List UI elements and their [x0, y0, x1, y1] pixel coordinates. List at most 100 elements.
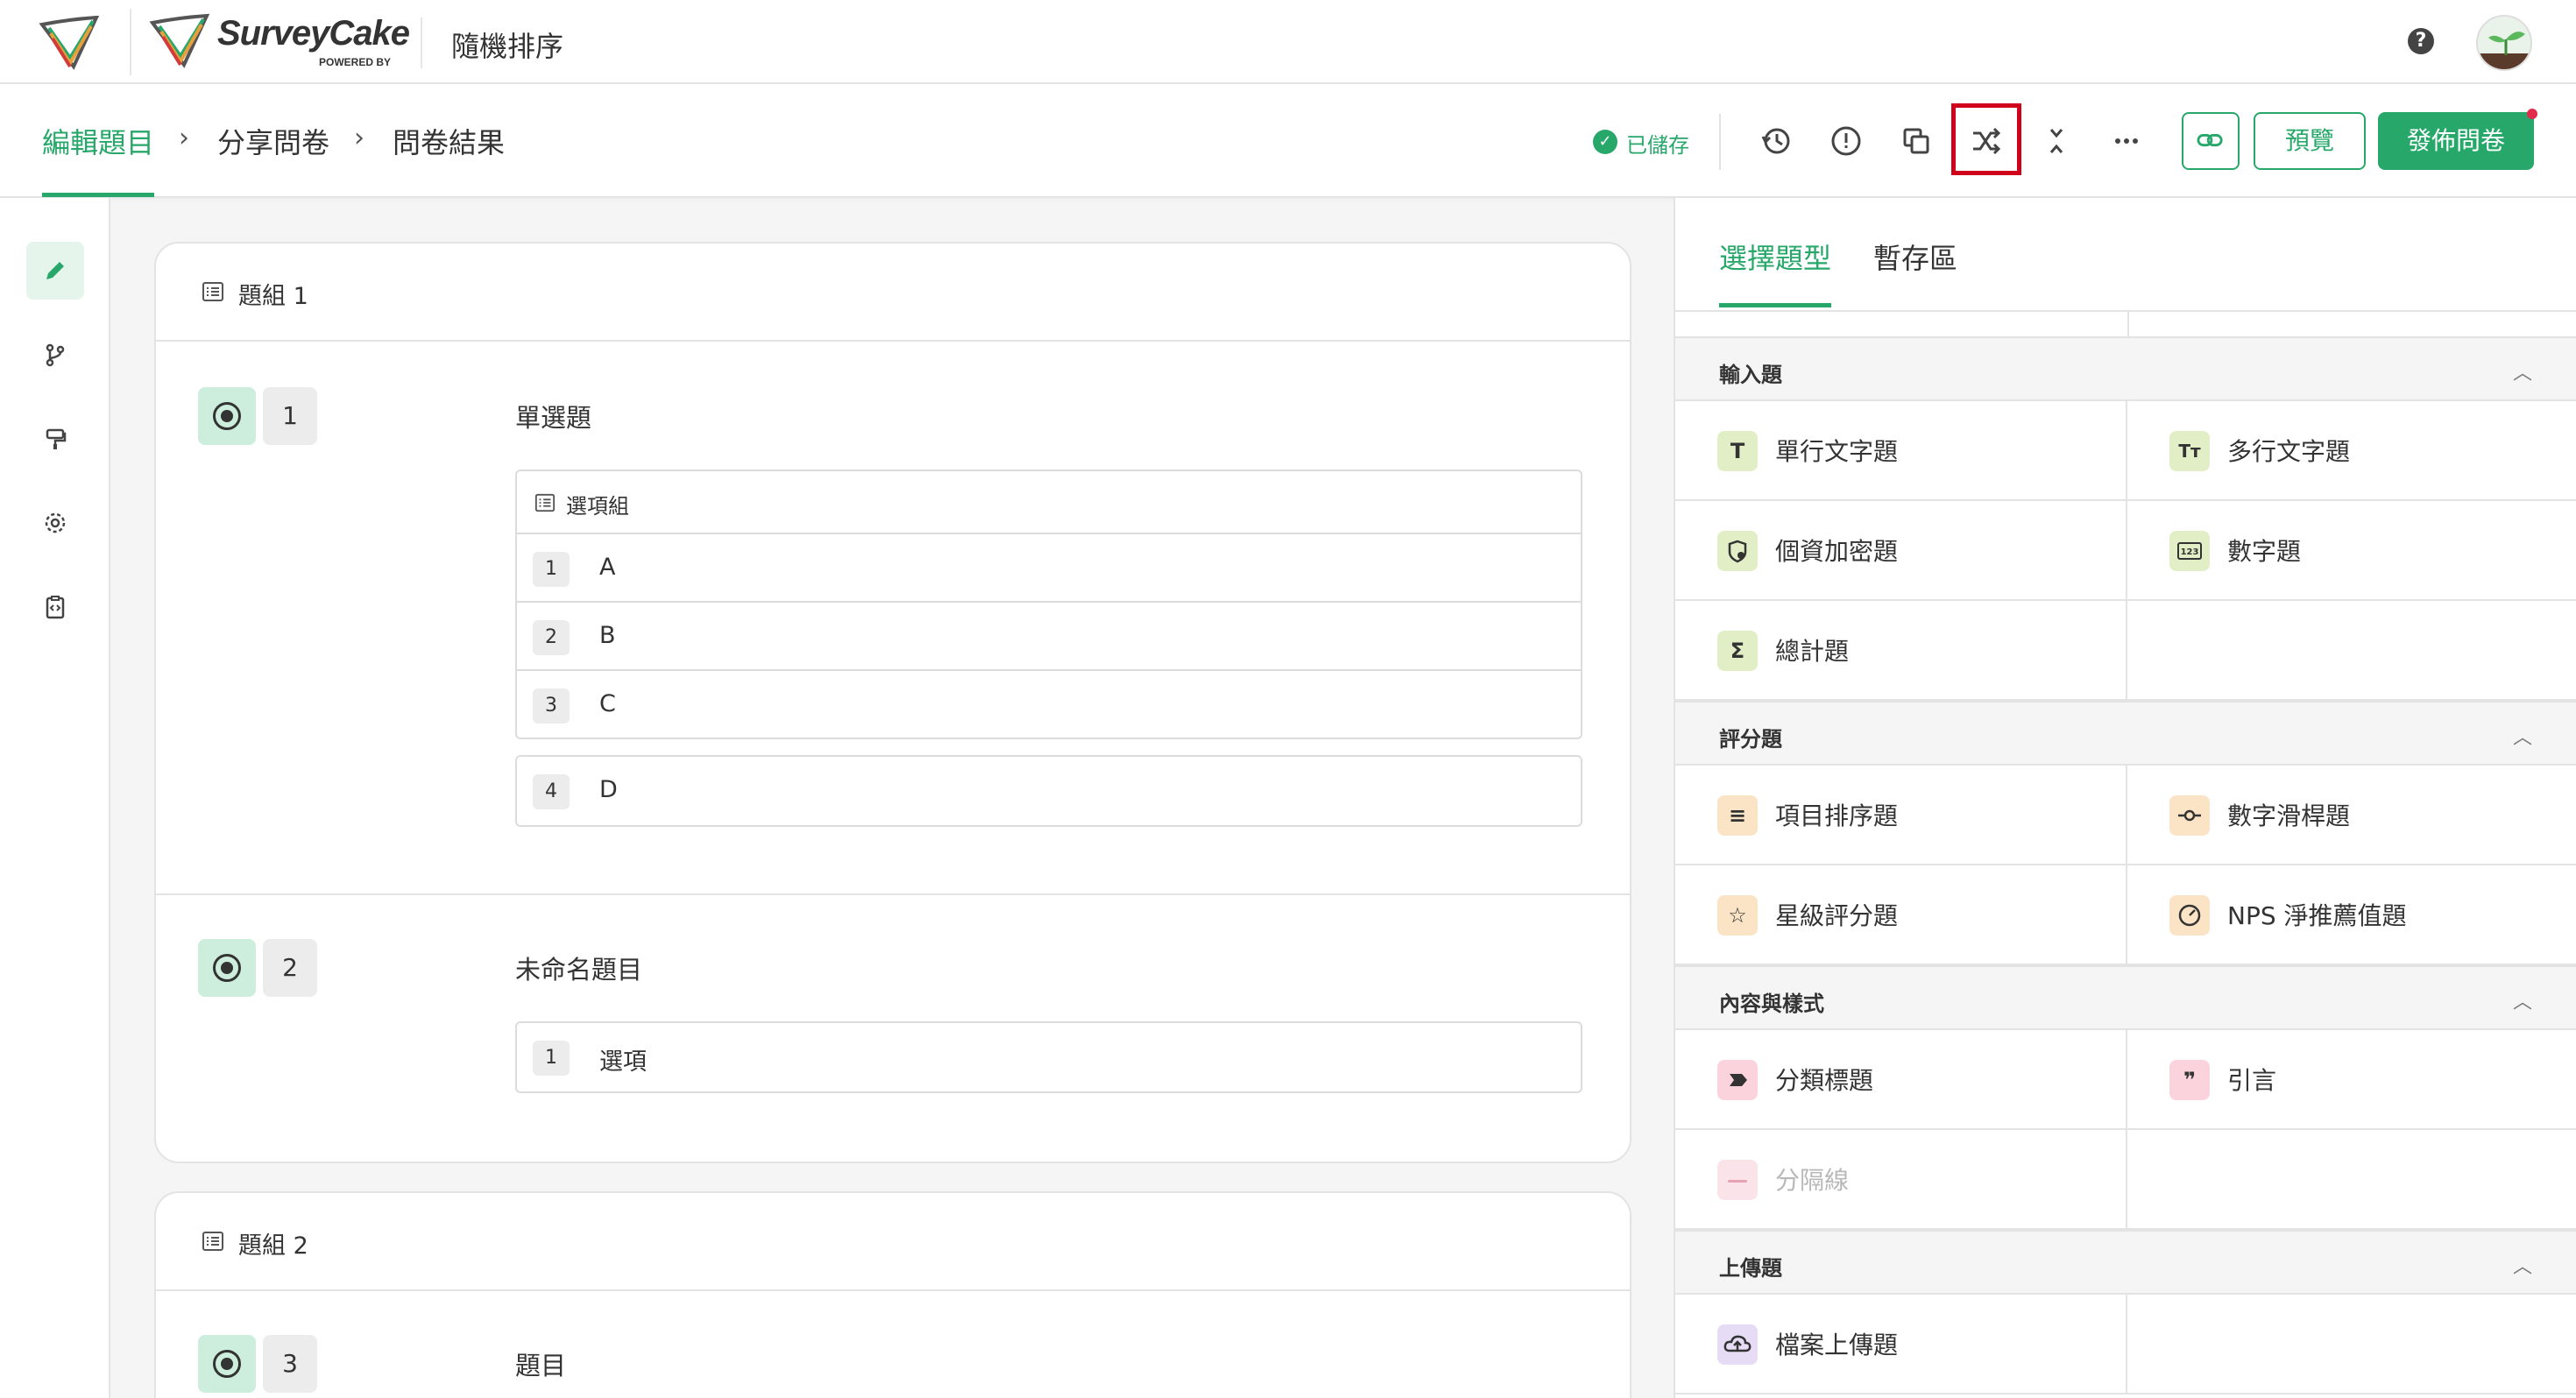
sprout-icon — [2478, 32, 2530, 69]
qtype-nps[interactable]: NPS 淨推薦值題 — [2126, 865, 2576, 965]
question-title[interactable]: 未命名題目 — [515, 950, 642, 986]
qtype-label: 星級評分題 — [1775, 901, 1899, 930]
option-number: 4 — [533, 774, 570, 809]
qtype-label: 分類標題 — [1775, 1066, 1874, 1095]
option-number: 1 — [533, 1041, 570, 1076]
option-row[interactable]: 1 選項 — [517, 1023, 1581, 1091]
surveycake-logo-icon — [149, 13, 210, 68]
app-logo-icon[interactable] — [39, 16, 100, 70]
qtype-single-line-text[interactable]: T 單行文字題 — [1675, 401, 2126, 501]
group-header[interactable]: 題組 2 — [156, 1193, 1630, 1291]
section-title: 評分題 — [1719, 727, 1782, 752]
group-header[interactable]: 題組 1 — [156, 244, 1630, 342]
option-row[interactable]: 1 A — [517, 533, 1581, 601]
chevron-up-icon[interactable]: ︿ — [2513, 722, 2532, 750]
qtype-ranking[interactable]: ≡ 項目排序題 — [1675, 766, 2126, 865]
qtype-sum[interactable]: Σ 總計題 — [1675, 601, 2126, 701]
tab-survey-results[interactable]: 問卷結果 — [393, 121, 505, 161]
settings-button[interactable] — [26, 494, 84, 552]
question-title[interactable]: 題目 — [515, 1345, 566, 1382]
question-number: 2 — [263, 939, 317, 997]
option-label[interactable]: C — [599, 690, 616, 717]
qtype-slider[interactable]: 數字滑桿題 — [2126, 766, 2576, 865]
qtype-file-upload[interactable]: 檔案上傳題 — [1675, 1295, 2126, 1394]
group-title[interactable]: 題組 2 — [238, 1226, 308, 1260]
option-label[interactable]: A — [599, 554, 615, 581]
header-divider — [130, 9, 131, 75]
qtype-category-heading[interactable]: 分類標題 — [1675, 1030, 2126, 1130]
number-123-icon: 123 — [2169, 531, 2210, 571]
copy-icon[interactable] — [1896, 121, 1936, 161]
qtype-label: 引言 — [2227, 1066, 2277, 1095]
qtype-label: 總計題 — [1775, 637, 1850, 666]
option-row[interactable]: 4 D — [517, 757, 1581, 825]
question-title[interactable]: 單選題 — [515, 398, 591, 434]
option-label[interactable]: B — [599, 622, 616, 649]
preview-button[interactable]: 預覽 — [2254, 112, 2366, 170]
svg-text:123: 123 — [2181, 547, 2199, 557]
survey-title[interactable]: 隨機排序 — [451, 25, 563, 65]
question-type-panel: 選擇題型 暫存區 輸入題 ︿ T 單行文字題 Tт 多行文字題 個資加密題 12… — [1674, 198, 2576, 1398]
empty-cell — [2126, 1295, 2576, 1394]
top-bar: SurveyCake POWERED BY 隨機排序 ? — [0, 0, 2576, 84]
qtype-divider-line[interactable]: — 分隔線 — [1675, 1130, 2126, 1230]
qtype-number[interactable]: 123 數字題 — [2126, 501, 2576, 601]
radio-type-icon[interactable] — [198, 387, 256, 445]
chevron-up-icon[interactable]: ︿ — [2513, 1251, 2532, 1279]
list-icon — [202, 282, 223, 301]
qtype-label: NPS 淨推薦值題 — [2227, 901, 2407, 930]
question-number: 1 — [263, 387, 317, 445]
history-icon[interactable] — [1756, 121, 1796, 161]
section-header-upload[interactable]: 上傳題 ︿ — [1675, 1230, 2576, 1295]
section-header-input[interactable]: 輸入題 ︿ — [1675, 336, 2576, 401]
chevron-up-icon[interactable]: ︿ — [2513, 986, 2532, 1014]
question-divider — [156, 893, 1630, 895]
theme-button[interactable] — [26, 410, 84, 468]
left-tool-rail — [0, 198, 110, 1398]
active-tab-underline — [1719, 303, 1831, 307]
radio-type-icon[interactable] — [198, 1335, 256, 1393]
alert-icon[interactable] — [1826, 121, 1866, 161]
gear-icon — [45, 512, 66, 533]
option-label[interactable]: 選項 — [599, 1042, 647, 1077]
tab-share-survey[interactable]: 分享問卷 — [217, 121, 329, 161]
avatar[interactable] — [2476, 15, 2532, 71]
option-row[interactable]: 2 B — [517, 601, 1581, 669]
radio-type-icon[interactable] — [198, 939, 256, 997]
saved-status: 已儲存 — [1626, 133, 1689, 158]
qtype-encrypted-personal[interactable]: 個資加密題 — [1675, 501, 2126, 601]
option-row[interactable]: 3 C — [517, 669, 1581, 738]
embed-code-button[interactable] — [26, 578, 84, 636]
list-icon — [202, 1232, 223, 1251]
publish-button[interactable]: 發佈問卷 — [2378, 112, 2534, 170]
qtype-label: 個資加密題 — [1775, 537, 1899, 566]
logic-branch-button[interactable] — [26, 326, 84, 384]
option-number: 1 — [533, 552, 570, 587]
edit-mode-button[interactable] — [26, 242, 84, 300]
more-icon[interactable] — [2106, 121, 2147, 161]
section-header-content-style[interactable]: 內容與樣式 ︿ — [1675, 965, 2576, 1030]
qtype-star-rating[interactable]: ☆ 星級評分題 — [1675, 865, 2126, 965]
copy-link-button[interactable] — [2182, 112, 2240, 170]
shield-lock-icon — [1717, 531, 1758, 571]
cloud-upload-icon — [1717, 1324, 1758, 1365]
qtype-multi-line-text[interactable]: Tт 多行文字題 — [2126, 401, 2576, 501]
section-header-rating[interactable]: 評分題 ︿ — [1675, 701, 2576, 766]
group-title[interactable]: 題組 1 — [238, 277, 308, 311]
tab-edit-questions[interactable]: 編輯題目 — [42, 121, 154, 161]
empty-cell — [2126, 601, 2576, 701]
qtype-quote[interactable]: ❞ 引言 — [2126, 1030, 2576, 1130]
tab-question-types[interactable]: 選擇題型 — [1719, 237, 1831, 277]
qtype-label: 分隔線 — [1775, 1166, 1850, 1195]
qtype-label: 檔案上傳題 — [1775, 1331, 1899, 1359]
collapse-icon[interactable] — [2036, 121, 2077, 161]
tab-staging-area[interactable]: 暫存區 — [1873, 237, 1957, 277]
option-group: 選項組 1 A 2 B 3 C — [515, 470, 1582, 739]
brand-name: SurveyCake — [217, 14, 410, 53]
option-label[interactable]: D — [599, 776, 618, 803]
chevron-up-icon[interactable]: ︿ — [2513, 357, 2532, 385]
shuffle-icon[interactable] — [1966, 121, 2006, 161]
help-icon[interactable]: ? — [2408, 28, 2434, 54]
sigma-icon: Σ — [1717, 631, 1758, 671]
option-group-header[interactable]: 選項組 — [517, 471, 1581, 533]
